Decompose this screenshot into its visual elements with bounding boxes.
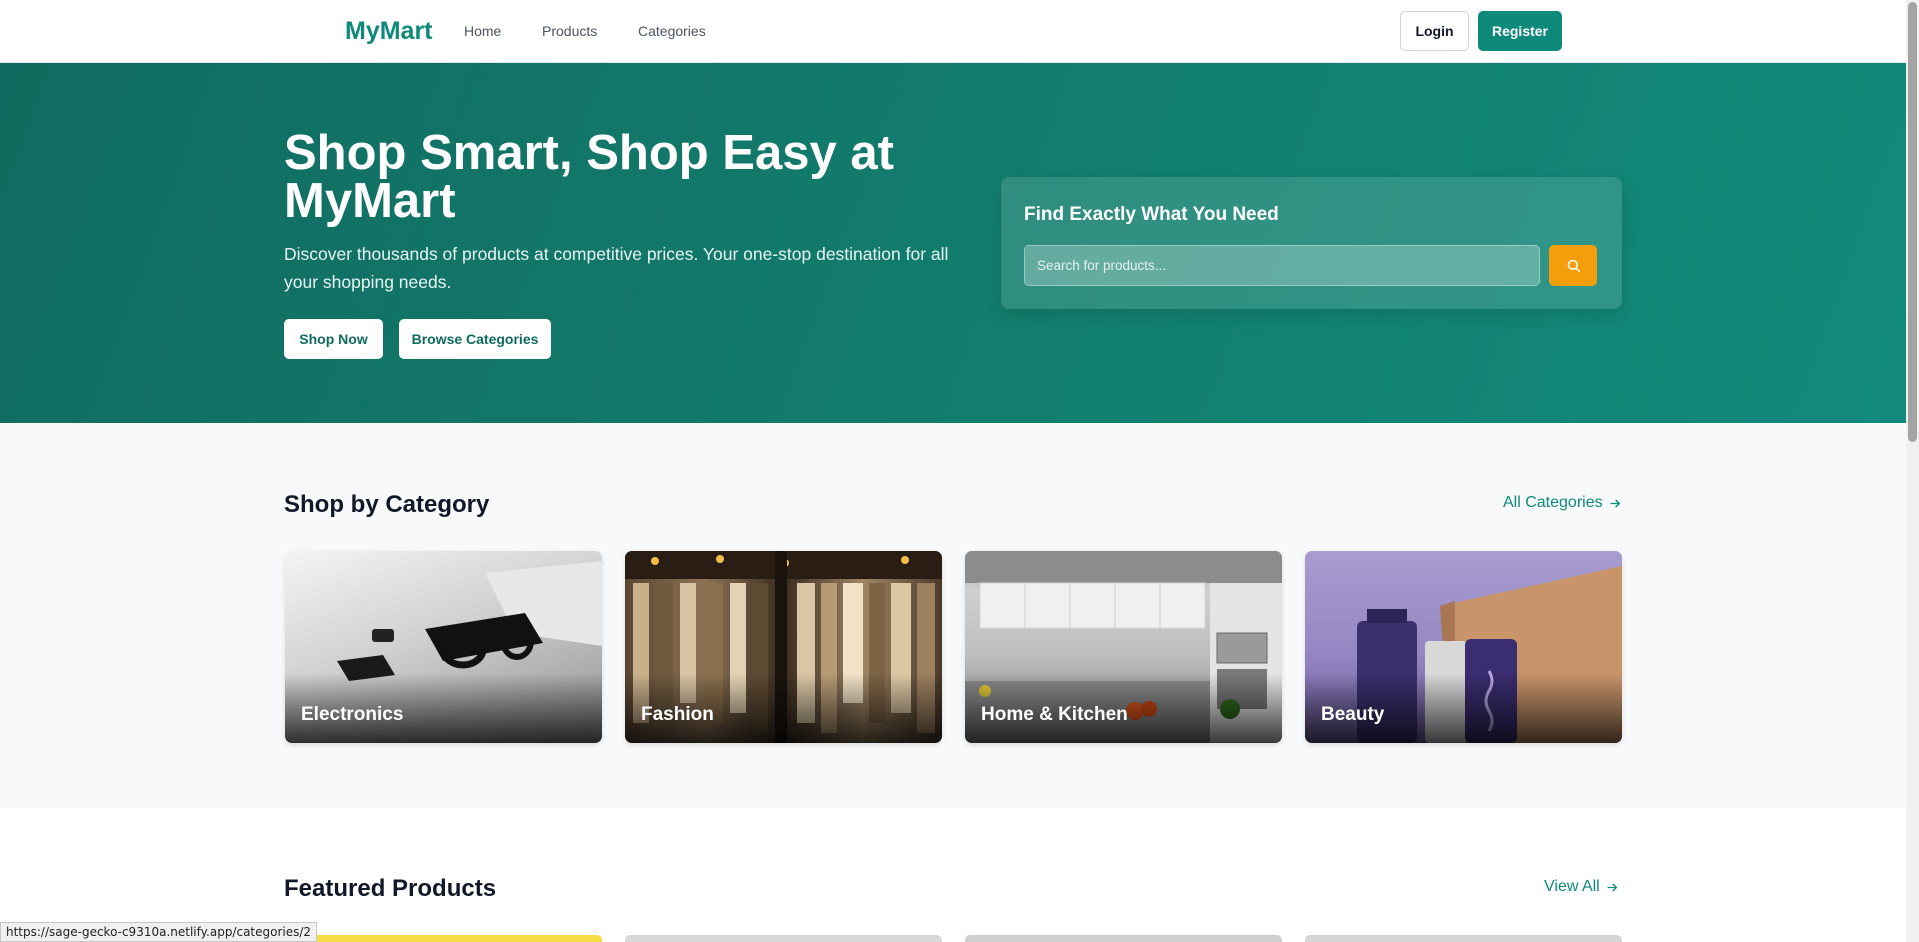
category-card-electronics[interactable]: Electronics: [285, 551, 602, 743]
category-label: Electronics: [301, 704, 404, 725]
all-categories-label: All Categories: [1503, 494, 1603, 511]
site-header: MyMart Home Products Categories Login Re…: [0, 0, 1906, 63]
page-scrollbar[interactable]: [1906, 0, 1919, 942]
arrow-right-icon: [1610, 499, 1620, 507]
view-all-label: View All: [1544, 878, 1600, 895]
category-label: Home & Kitchen: [981, 704, 1128, 725]
login-button[interactable]: Login: [1400, 11, 1469, 51]
arrow-right-icon: [1607, 883, 1617, 891]
search-icon: [1567, 259, 1580, 272]
search-button[interactable]: [1549, 245, 1597, 286]
view-all-link[interactable]: View All: [1544, 878, 1619, 896]
featured-section-title: Featured Products: [284, 875, 497, 902]
browse-categories-button[interactable]: Browse Categories: [399, 319, 551, 359]
shop-now-button[interactable]: Shop Now: [284, 319, 383, 359]
category-card-home-kitchen[interactable]: Home & Kitchen: [965, 551, 1282, 743]
product-card-top[interactable]: [965, 935, 1282, 942]
nav-products[interactable]: Products: [542, 23, 597, 39]
scrollbar-thumb[interactable]: [1908, 2, 1917, 442]
category-section: Shop by Category All Categories Electron…: [0, 423, 1906, 808]
product-card-top[interactable]: [1305, 935, 1622, 942]
hero-subtitle: Discover thousands of products at compet…: [284, 244, 949, 292]
search-card-title: Find Exactly What You Need: [1024, 204, 1279, 225]
logo[interactable]: MyMart: [345, 17, 433, 46]
register-button[interactable]: Register: [1478, 11, 1562, 51]
category-section-title: Shop by Category: [284, 491, 490, 518]
nav-home[interactable]: Home: [464, 23, 501, 39]
status-url: https://sage-gecko-c9310a.netlify.app/ca…: [0, 922, 318, 942]
search-card: Find Exactly What You Need: [1001, 177, 1622, 309]
hero-title: Shop Smart, Shop Easy at MyMart: [284, 126, 894, 228]
category-label: Beauty: [1321, 704, 1385, 725]
product-card-top[interactable]: [285, 935, 602, 942]
product-card-top[interactable]: [625, 935, 942, 942]
all-categories-link[interactable]: All Categories: [1503, 494, 1622, 512]
category-card-fashion[interactable]: Fashion: [625, 551, 942, 743]
hero-section: Shop Smart, Shop Easy at MyMart Discover…: [0, 63, 1906, 423]
nav-categories[interactable]: Categories: [638, 23, 706, 39]
category-label: Fashion: [641, 704, 714, 725]
category-card-beauty[interactable]: Beauty: [1305, 551, 1622, 743]
search-input[interactable]: [1024, 245, 1540, 286]
